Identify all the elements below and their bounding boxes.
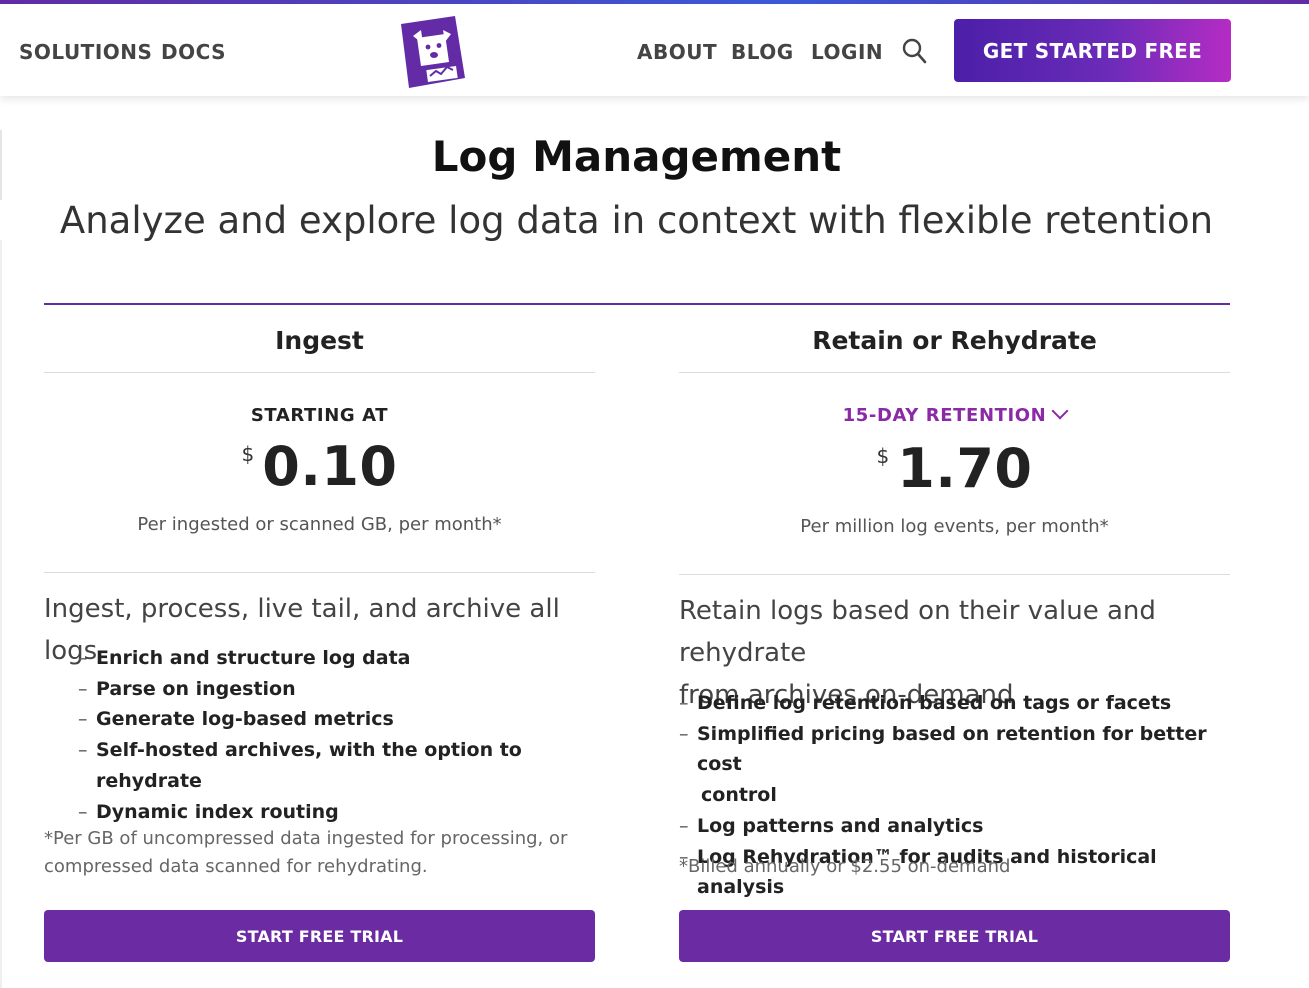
nav-docs-link[interactable]: DOCS [161,40,226,64]
currency-symbol: $ [876,444,890,468]
list-item: control [701,784,777,807]
page-edge-divider [0,240,2,988]
nav-login-link[interactable]: LOGIN [811,40,883,64]
list-item: – Log patterns and analytics [679,814,984,837]
retention-dropdown[interactable]: 15-DAY RETENTION [679,402,1230,427]
nav-solutions-link[interactable]: SOLUTIONS [19,40,152,64]
dog-logo-icon[interactable] [399,16,465,88]
card-heading: Retain or Rehydrate [812,326,1097,355]
price-unit-text: Per million log events, per month* [800,516,1109,537]
list-item: – Dynamic index routing [78,800,339,823]
page-subtitle: Analyze and explore log data in context … [59,199,1214,242]
section-divider [44,303,1230,305]
description-line: Retain logs based on their value and reh… [679,596,1156,668]
price-amount: 1.70 [897,437,1033,500]
card-divider [679,574,1230,575]
nav-about-link[interactable]: ABOUT [637,40,717,64]
footnote-line: *Billed annually or $2.55 on-demand [679,856,1011,877]
get-started-button[interactable]: GET STARTED FREE [954,19,1231,82]
footnote: *Per GB of uncompressed data ingested fo… [44,825,595,881]
feature-list: – Enrich and structure log data – Parse on… [78,643,595,827]
list-item: – Simplified pricing based on retention f… [679,722,1207,776]
chevron-down-icon [1051,402,1069,420]
start-free-trial-button[interactable]: START FREE TRIAL [44,910,595,962]
currency-symbol: $ [241,442,255,466]
price-display: $1.70 [679,438,1230,500]
top-navigation: SOLUTIONS DOCS ABOUT BLOG LOGIN GET STAR… [0,4,1309,96]
card-heading: Ingest [275,326,364,355]
price-amount: 0.10 [262,435,398,498]
footnote-line: compressed data scanned for rehydrating. [44,856,428,877]
price-unit-text: Per ingested or scanned GB, per month* [137,514,502,535]
retention-dropdown-label: 15-DAY RETENTION [842,405,1047,426]
page-title: Log Management [431,132,842,181]
price-display: $0.10 [44,436,595,498]
list-item: – Enrich and structure log data [78,647,411,669]
footnote-line: *Per GB of uncompressed data ingested fo… [44,828,568,849]
footnote: *Billed annually or $2.55 on-demand [679,853,1230,881]
card-divider [44,372,595,373]
search-icon[interactable] [902,38,928,66]
list-item: – Parse on ingestion [78,677,296,700]
list-item: – Self-hosted archives, with the option t… [78,739,522,792]
nav-blog-link[interactable]: BLOG [731,40,794,64]
list-item: – Generate log-based metrics [78,708,394,731]
start-free-trial-button[interactable]: START FREE TRIAL [679,910,1230,962]
price-label: STARTING AT [250,405,389,426]
list-item: – Define log retention based on tags or f… [679,692,1172,714]
card-divider [44,572,595,573]
card-divider [679,372,1230,373]
